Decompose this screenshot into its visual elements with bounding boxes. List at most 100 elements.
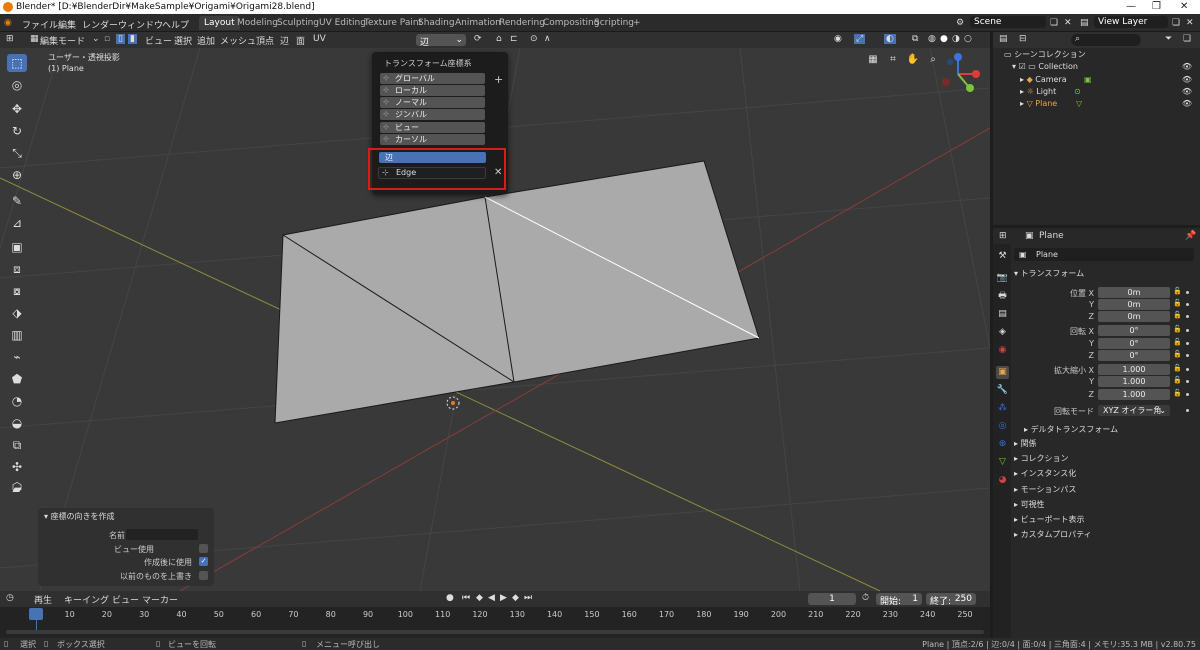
keyframe-dot-icon[interactable]: [1186, 409, 1189, 412]
eye-icon[interactable]: 👁: [1182, 61, 1192, 73]
vertex-select-icon[interactable]: ▫: [104, 34, 110, 44]
timeline-scrollbar[interactable]: [6, 630, 984, 634]
overlay-icon[interactable]: ◐: [884, 34, 896, 44]
operator-panel-title[interactable]: ▾ 座標の向きを作成: [44, 511, 115, 522]
prev-key-icon[interactable]: ◆: [476, 593, 483, 603]
bevel-tool-icon[interactable]: ⬗: [7, 304, 27, 322]
physics-tab-icon[interactable]: ◎: [996, 420, 1009, 433]
falloff-icon[interactable]: ∧: [544, 34, 551, 44]
current-frame-field[interactable]: 1: [808, 593, 856, 605]
panel-visibility[interactable]: ▸ 可視性: [1014, 499, 1045, 510]
face-select-icon[interactable]: ▮: [128, 34, 137, 44]
keyframe-dot-icon[interactable]: [1186, 291, 1189, 294]
location-z-field[interactable]: 0m: [1098, 311, 1170, 322]
cursor-tool-icon[interactable]: ◎: [7, 76, 27, 94]
orientation-option-view[interactable]: ⊹ ビュー: [380, 122, 485, 133]
properties-editor-icon[interactable]: ⊞: [999, 231, 1007, 241]
timeline-menu-view[interactable]: ビュー: [112, 593, 139, 606]
timeline-editor-icon[interactable]: ◷: [6, 593, 14, 603]
menu-window[interactable]: ウィンドウ: [118, 18, 163, 31]
blender-menu-icon[interactable]: ◉: [4, 18, 12, 28]
minimize-icon[interactable]: —: [1126, 1, 1136, 12]
timeline-menu-keying[interactable]: キーイング: [64, 593, 109, 606]
scale-y-field[interactable]: 1.000: [1098, 376, 1170, 387]
material-tab-icon[interactable]: ◕: [996, 474, 1009, 487]
particles-tab-icon[interactable]: ⁂: [996, 402, 1009, 415]
plane-mesh[interactable]: [274, 160, 760, 424]
transform-orientation-dropdown[interactable]: 辺 ⌄: [416, 34, 466, 48]
modifier-tab-icon[interactable]: 🔧: [996, 384, 1009, 397]
measure-tool-icon[interactable]: ⊿: [7, 214, 27, 232]
keyframe-dot-icon[interactable]: [1186, 368, 1189, 371]
panel-collections[interactable]: ▸ コレクション: [1014, 453, 1069, 464]
transform-tool-icon[interactable]: ⊕: [7, 166, 27, 184]
header-menu-mesh[interactable]: メッシュ: [220, 34, 256, 47]
spin-tool-icon[interactable]: ◔: [7, 392, 27, 410]
timeline-menu-playback[interactable]: 再生: [34, 593, 52, 606]
extrude-tool-icon[interactable]: ⧈: [7, 260, 27, 278]
orientation-option-local[interactable]: ⊹ ローカル: [380, 85, 485, 96]
scene-selector[interactable]: Scene: [970, 16, 1046, 28]
panel-custom-properties[interactable]: ▸ カスタムプロパティ: [1014, 529, 1092, 540]
rotation-mode-dropdown[interactable]: XYZ オイラー角 ⌄: [1098, 405, 1170, 416]
render-tab-icon[interactable]: 📷: [996, 272, 1009, 285]
xray-icon[interactable]: ⧉: [912, 34, 918, 44]
outliner-scene-collection[interactable]: ▭ シーンコレクション: [1004, 49, 1194, 61]
rotation-y-field[interactable]: 0°: [1098, 338, 1170, 349]
lock-icon[interactable]: 🔓: [1173, 287, 1182, 295]
move-tool-icon[interactable]: ✥: [7, 100, 27, 118]
edge-select-icon[interactable]: ▯: [116, 34, 125, 44]
timeline-menu-marker[interactable]: マーカー: [142, 593, 178, 606]
checkbox-icon[interactable]: ☑: [1019, 62, 1029, 71]
shading-wire-icon[interactable]: ◍: [928, 34, 936, 44]
shading-material-icon[interactable]: ◑: [952, 34, 960, 44]
use-after-checkbox[interactable]: ✓: [199, 557, 208, 566]
play-reverse-icon[interactable]: ◀: [488, 593, 495, 603]
name-input[interactable]: [126, 529, 198, 540]
outliner-item-light[interactable]: ▸ ☼ Light ⊙ 👁: [1020, 86, 1198, 98]
location-y-field[interactable]: 0m: [1098, 299, 1170, 310]
pin-icon[interactable]: 📌: [1185, 231, 1196, 241]
menu-render[interactable]: レンダー: [82, 18, 118, 31]
lock-icon[interactable]: 🔓: [1173, 299, 1182, 307]
select-box-icon[interactable]: ⬚: [7, 54, 27, 72]
lock-icon[interactable]: 🔓: [1173, 376, 1182, 384]
delete-view-layer-icon[interactable]: ✕: [1186, 18, 1194, 28]
orientation-option-normal[interactable]: ⊹ ノーマル: [380, 97, 485, 108]
keyframe-dot-icon[interactable]: [1186, 329, 1189, 332]
menu-help[interactable]: ヘルプ: [162, 18, 189, 31]
playhead[interactable]: [29, 608, 43, 620]
location-x-field[interactable]: 0m: [1098, 287, 1170, 298]
orientation-option-cursor[interactable]: ⊹ カーソル: [380, 134, 485, 145]
header-menu-select[interactable]: 選択: [174, 34, 192, 47]
panel-viewport-display[interactable]: ▸ ビューポート表示: [1014, 514, 1085, 525]
view-layer-tab-icon[interactable]: ▤: [996, 308, 1009, 321]
mode-dropdown[interactable]: 編集モード: [40, 34, 85, 47]
lock-icon[interactable]: 🔓: [1173, 338, 1182, 346]
add-orientation-button[interactable]: +: [494, 73, 503, 86]
smooth-tool-icon[interactable]: ◒: [7, 414, 27, 432]
mesh-data-tab-icon[interactable]: ▽: [996, 456, 1009, 469]
clock-icon[interactable]: ⏱: [862, 593, 869, 603]
scale-x-field[interactable]: 1.000: [1098, 364, 1170, 375]
delta-transform-panel[interactable]: ▸ デルタトランスフォーム: [1024, 424, 1118, 435]
lock-icon[interactable]: 🔓: [1173, 311, 1182, 319]
play-icon[interactable]: ▶: [500, 593, 507, 603]
outliner-editor-icon[interactable]: ▤: [999, 34, 1008, 44]
new-scene-icon[interactable]: ❏: [1050, 18, 1058, 28]
use-view-checkbox[interactable]: [199, 544, 208, 553]
display-mode-icon[interactable]: ⊟: [1019, 34, 1027, 44]
new-view-layer-icon[interactable]: ❏: [1172, 18, 1180, 28]
header-menu-add[interactable]: 追加: [197, 34, 215, 47]
next-key-icon[interactable]: ◆: [512, 593, 519, 603]
record-icon[interactable]: ●: [446, 593, 454, 603]
close-icon[interactable]: ✕: [1180, 1, 1188, 12]
outliner-item-plane[interactable]: ▸ ▽ Plane ▽ 👁: [1020, 98, 1198, 110]
camera-view-icon[interactable]: ⌗: [886, 54, 900, 68]
3d-cursor-icon[interactable]: [446, 396, 460, 410]
filter-icon[interactable]: ⏷: [1165, 34, 1172, 44]
editor-type-icon[interactable]: ⊞: [6, 34, 14, 44]
shrink-tool-icon[interactable]: ✣: [7, 458, 27, 476]
scale-z-field[interactable]: 1.000: [1098, 389, 1170, 400]
transform-panel-header[interactable]: ▾ トランスフォーム: [1014, 268, 1084, 279]
